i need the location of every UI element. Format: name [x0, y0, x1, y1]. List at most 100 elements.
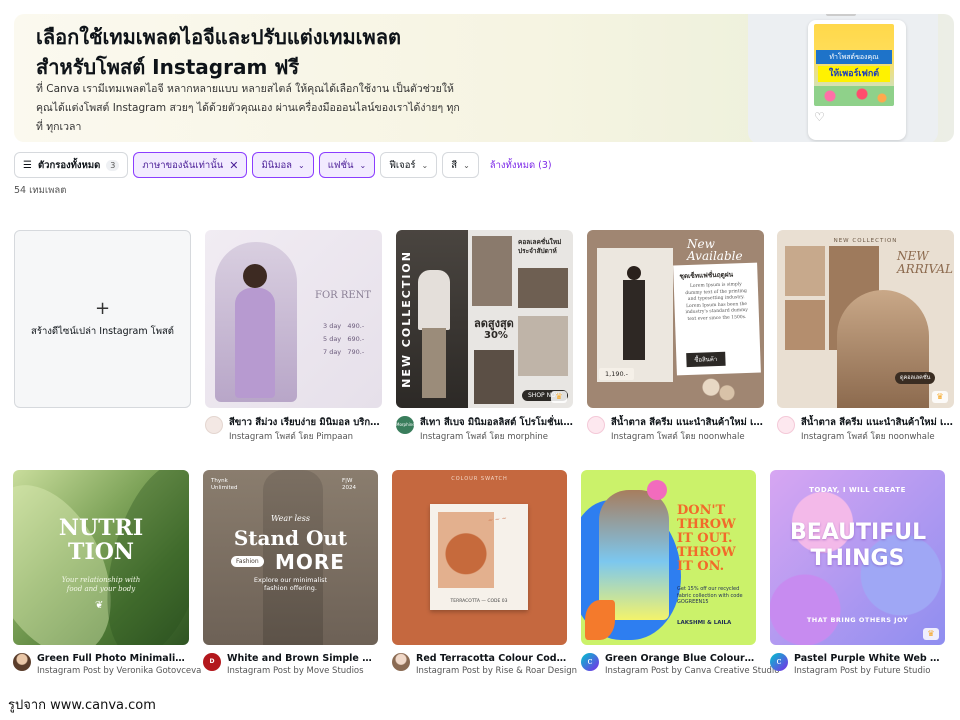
template-thumbnail[interactable]: TODAY, I WILL CREATE BEAUTIFUL THINGS TH… — [770, 470, 945, 645]
template-author: Instagram โพสต์ โดย morphine — [420, 432, 549, 442]
page-title: เลือกใช้เทมเพลตไอจีและปรับแต่งเทมเพลตสำห… — [36, 25, 401, 79]
template-card[interactable]: New Available ชุดเซ็ทแฟชั่นฤดูฝน Lorem I… — [587, 230, 764, 442]
hero-description: ที่ Canva เรามีเทมเพลตไอจี หลากหลายแบบ ห… — [36, 83, 460, 133]
template-title[interactable]: Green Orange Blue Colourful Shapes — [605, 653, 756, 664]
all-filters-button[interactable]: ☰ ตัวกรองทั้งหมด 3 — [14, 152, 129, 178]
product-photo — [518, 268, 568, 308]
template-title[interactable]: Green Full Photo Minimalist Healthy Nutr… — [37, 653, 189, 664]
leaf-icon: ❦ — [95, 600, 104, 611]
filter-chip-minimal[interactable]: มินิมอล ⌄ — [252, 152, 314, 178]
template-title[interactable]: Red Terracotta Colour Code Swatches — [416, 653, 567, 664]
template-author: Instagram โพสต์ โดย Pimpaan — [229, 432, 354, 442]
template-title[interactable]: สีเทา สีเบจ มินิมอลลิสต์ โปรโมชั่นเสื้อผ… — [420, 415, 573, 430]
template-author: Instagram Post by Move Studios — [227, 666, 364, 676]
creator-avatar — [205, 416, 223, 434]
swatch-photo — [438, 512, 494, 588]
template-title[interactable]: สีน้ำตาล สีครีม แนะนำสินค้าใหม่ เครื่องแ… — [611, 415, 764, 430]
brand-label: Thynk Unlimited — [211, 478, 238, 491]
template-thumbnail[interactable]: FOR RENT 3 day 490.- 5 day 690.- 7 day 7… — [205, 230, 382, 408]
thumb-heading: NEW ARRIVAL — [897, 249, 953, 276]
template-title[interactable]: สีน้ำตาล สีครีม แนะนำสินค้าใหม่ เสื้อผ้า… — [801, 415, 954, 430]
template-card[interactable]: DON'T THROW IT OUT. THROW IT ON. Get 15%… — [581, 470, 779, 676]
filter-chip-label: ฟีเจอร์ — [389, 159, 416, 171]
vertical-collection-text: NEW COLLECTION — [400, 250, 413, 388]
hero-banner: เลือกใช้เทมเพลตไอจีและปรับแต่งเทมเพลตสำห… — [14, 14, 954, 142]
avatar-text: Morphine — [396, 422, 415, 427]
thumb-heading-more: MORE — [275, 550, 345, 574]
template-title[interactable]: White and Brown Simple Elegant Fashion — [227, 653, 378, 664]
thumb-heading: BEAUTIFUL THINGS — [790, 520, 927, 571]
info-card-title: ชุดเซ็ทแฟชั่นฤดูฝน — [679, 270, 734, 281]
avatar-text: D — [209, 658, 215, 665]
template-card[interactable]: NUTRI TION Your relationship with food a… — [13, 470, 201, 676]
template-thumbnail[interactable]: New Available ชุดเซ็ทแฟชั่นฤดูฝน Lorem I… — [587, 230, 764, 408]
template-thumbnail[interactable]: COLOUR SWATCH ~ ~ ~ TERRACOTTA — CODE 03 — [392, 470, 567, 645]
thumb-footer: LAKSHMI & LAILA — [677, 620, 732, 626]
filter-chip-label: สี — [451, 159, 458, 171]
info-card: ชุดเซ็ทแฟชั่นฤดูฝน Lorem Ipsum is simply… — [673, 262, 761, 376]
model-photo — [785, 300, 825, 350]
crown-icon: ♛ — [923, 628, 939, 640]
phone-ad-image: ทำโพสต์ของคุณ ให้เพอร์เฟกต์ — [814, 24, 894, 106]
template-card[interactable]: COLOUR SWATCH ~ ~ ~ TERRACOTTA — CODE 03… — [392, 470, 577, 676]
script-label: ~ ~ ~ — [487, 514, 508, 525]
template-card[interactable]: FOR RENT 3 day 490.- 5 day 690.- 7 day 7… — [205, 230, 382, 442]
thumb-subtext: Explore our minimalist fashion offering. — [253, 576, 328, 592]
template-thumbnail[interactable]: NEW COLLECTION NEW ARRIVAL ดูคอลเลคชั่น … — [777, 230, 954, 408]
thumb-heading: New Available — [687, 237, 743, 263]
product-photo — [472, 236, 512, 306]
model-photo-arch — [837, 290, 929, 408]
model-dress — [235, 288, 275, 398]
filter-count-badge: 3 — [106, 159, 120, 171]
flower-shape — [647, 480, 667, 500]
orange-shape — [585, 600, 615, 640]
all-filters-label: ตัวกรองทั้งหมด — [37, 159, 101, 171]
template-thumbnail[interactable]: DON'T THROW IT OUT. THROW IT ON. Get 15%… — [581, 470, 756, 645]
template-thumbnail[interactable]: NUTRI TION Your relationship with food a… — [13, 470, 189, 645]
chevron-down-icon: ⌄ — [421, 160, 429, 170]
template-thumbnail[interactable]: NEW COLLECTION คอลเลคชั่นใหม่ ประจำสัปดา… — [396, 230, 573, 408]
price-row-label: 5 day — [323, 335, 342, 343]
template-card[interactable]: NEW COLLECTION คอลเลคชั่นใหม่ ประจำสัปดา… — [396, 230, 573, 442]
close-icon[interactable]: ✕ — [229, 159, 238, 172]
info-card-body: Lorem Ipsum is simply dummy text of the … — [685, 282, 749, 322]
product-photo — [518, 316, 568, 376]
clear-all-link[interactable]: ล้างทั้งหมด (3) — [490, 158, 552, 173]
price-row-label: 7 day — [323, 348, 342, 356]
creator-avatar: c — [770, 653, 788, 671]
filter-bar: ☰ ตัวกรองทั้งหมด 3 ภาษาของฉันเท่านั้น ✕ … — [14, 152, 552, 178]
model-photo-frame — [215, 242, 297, 402]
swatch-code: TERRACOTTA — CODE 03 — [450, 599, 508, 604]
template-card[interactable]: Thynk Unlimited F|W 2024 Wear less Stand… — [203, 470, 378, 676]
plus-icon: + — [94, 297, 111, 319]
small-heading: Wear less — [271, 514, 310, 523]
template-title[interactable]: Pastel Purple White Web 3.0 Square — [794, 653, 945, 664]
heart-icon: ♡ — [814, 110, 825, 124]
create-blank-design-button[interactable]: + สร้างดีไซน์เปล่า Instagram โพสต์ — [14, 230, 191, 408]
phone-ad-line1: ทำโพสต์ของคุณ — [816, 50, 892, 64]
crown-icon: ♛ — [932, 391, 948, 403]
image-source-caption: รูปจาก www.canva.com — [8, 698, 156, 713]
price-row-value: 490.- — [347, 322, 365, 330]
template-card[interactable]: TODAY, I WILL CREATE BEAUTIFUL THINGS TH… — [770, 470, 945, 676]
thumb-heading: NUTRI TION — [58, 515, 144, 565]
chevron-down-icon: ⌄ — [463, 160, 470, 170]
filter-chip-color[interactable]: สี ⌄ — [442, 152, 479, 178]
template-thumbnail[interactable]: Thynk Unlimited F|W 2024 Wear less Stand… — [203, 470, 378, 645]
model-photo — [785, 246, 825, 296]
template-author: Instagram โพสต์ โดย noonwhale — [611, 432, 745, 442]
price-row-label: 3 day — [323, 322, 342, 330]
model-shirt — [418, 270, 450, 330]
thumb-top-label: NEW COLLECTION — [833, 238, 898, 244]
template-title[interactable]: สีขาว สีม่วง เรียบง่าย มินิมอล บริการเช่… — [229, 415, 382, 430]
result-count: 54 เทมเพลต — [14, 185, 67, 196]
filter-chip-fashion[interactable]: แฟชั่น ⌄ — [318, 152, 376, 178]
template-card[interactable]: NEW COLLECTION NEW ARRIVAL ดูคอลเลคชั่น … — [777, 230, 954, 442]
filter-chip-my-language[interactable]: ภาษาของฉันเท่านั้น ✕ — [133, 152, 248, 178]
flowers-graphic — [814, 86, 894, 106]
filter-chip-features[interactable]: ฟีเจอร์ ⌄ — [380, 152, 438, 178]
filter-chip-label: ภาษาของฉันเท่านั้น — [142, 159, 224, 171]
thumb-heading: FOR RENT — [315, 290, 372, 301]
template-author: Instagram Post by Veronika Gotovceva — [37, 666, 202, 676]
flowers-graphic — [699, 376, 739, 404]
